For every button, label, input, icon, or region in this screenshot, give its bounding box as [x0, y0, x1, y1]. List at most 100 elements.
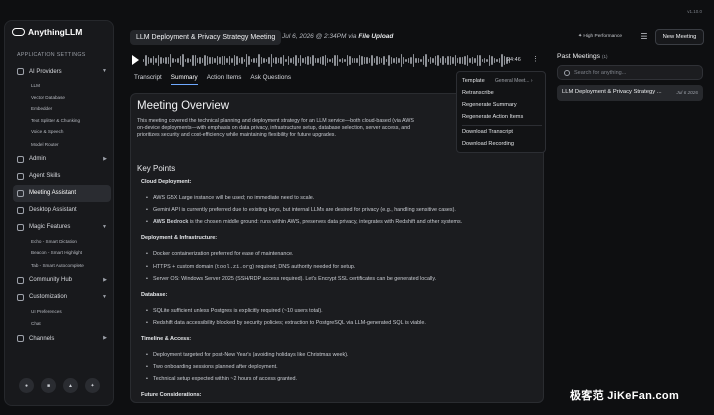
sidebar-item-agent-skills[interactable]: Agent Skills — [13, 168, 111, 185]
chevron-down-icon: ▼ — [102, 223, 107, 230]
ai-providers-icon — [17, 68, 24, 75]
sidebar-subitem-beacon[interactable]: Beacon - Smart Highlight — [13, 247, 111, 259]
tab-transcript[interactable]: Transcript — [134, 74, 162, 85]
waveform-bar — [415, 57, 417, 64]
chevron-down-icon: ▼ — [102, 68, 107, 74]
waveform-bar — [501, 54, 503, 67]
chevron-right-icon: › — [530, 78, 533, 84]
waveform-bar — [233, 55, 236, 66]
menu-item-download-transcript[interactable]: Download Transcript — [462, 129, 513, 135]
waveform-bar — [336, 54, 339, 67]
sidebar-item-meeting-assistant[interactable]: Meeting Assistant — [13, 184, 111, 202]
section-heading: Timeline & Access: — [141, 336, 192, 342]
sidebar-subitem-llm[interactable]: LLM — [13, 80, 111, 92]
waveform-bar — [304, 57, 307, 64]
waveform-bar — [231, 57, 233, 64]
waveform-bar — [410, 57, 412, 64]
sidebar-item-label: Desktop Assistant — [29, 207, 77, 213]
menu-item-retranscribe[interactable]: Retranscribe — [462, 90, 494, 96]
sidebar-item-ai-providers[interactable]: AI Providers ▼ — [13, 63, 111, 80]
sidebar-subitem-model-router[interactable]: Model Router — [13, 138, 111, 151]
waveform-bar — [447, 56, 449, 65]
waveform-bar — [417, 57, 420, 64]
key-points-title: Key Points — [137, 164, 176, 173]
sidebar-subitem-ui-preferences[interactable]: UI Preferences — [13, 306, 111, 318]
docs-icon[interactable]: ■ — [41, 378, 56, 393]
waveform-bar — [351, 57, 353, 64]
sidebar-subitem-tab[interactable]: Tab - Smart Autocomplete — [13, 259, 111, 272]
bullet-item: AWS Bedrock is the chosen middle ground:… — [146, 219, 462, 225]
sidebar-item-channels[interactable]: Channels ▶ — [13, 330, 111, 347]
waveform-bar — [481, 58, 483, 63]
sidebar-item-label: AI Providers — [29, 68, 62, 75]
waveform-bar — [255, 57, 258, 64]
sidebar-subitem-embedder[interactable]: Embedder — [13, 103, 111, 115]
waveform-bar — [439, 58, 442, 63]
waveform-bar — [196, 58, 199, 63]
template-value: General Meet... — [495, 78, 530, 84]
sidebar-item-customization[interactable]: Customization ▼ — [13, 289, 111, 306]
waveform-bar — [403, 56, 405, 65]
waveform-bar — [393, 58, 395, 63]
waveform-bar — [476, 55, 479, 66]
waveform-bar — [219, 56, 221, 65]
play-icon[interactable] — [132, 55, 139, 65]
sidebar-item-desktop-assistant[interactable]: Desktop Assistant — [13, 202, 111, 219]
sidebar-subitem-vector-database[interactable]: Vector Database — [13, 92, 111, 104]
sidebar-item-admin[interactable]: Admin ▶ — [13, 151, 111, 168]
waveform-bar — [400, 54, 403, 67]
waveform-bar — [488, 54, 491, 67]
waveform-bar — [265, 58, 268, 63]
waveform-bar — [270, 54, 273, 67]
waveform-bar — [189, 58, 192, 62]
menu-item-regenerate-action-items[interactable]: Regenerate Action Items — [462, 114, 523, 120]
sidebar-item-community-hub[interactable]: Community Hub ▶ — [13, 272, 111, 289]
sidebar-subitem-chat[interactable]: Chat — [13, 317, 111, 330]
wrench-icon[interactable]: ✦ — [85, 378, 100, 393]
sidebar-subitem-voice-speech[interactable]: Voice & Speech — [13, 126, 111, 138]
waveform-bar — [464, 56, 466, 65]
performance-indicator: ✦ High Performance — [578, 34, 623, 39]
bullet-item: Gemini API is currently preferred due to… — [146, 207, 456, 213]
past-meeting-item[interactable]: LLM Deployment & Privacy Strategy ... Ju… — [557, 85, 703, 101]
past-meeting-name: LLM Deployment & Privacy Strategy ... — [562, 89, 662, 95]
waveform-bar — [273, 57, 275, 64]
waveform-bar — [491, 55, 493, 66]
menu-item-download-recording[interactable]: Download Recording — [462, 141, 514, 147]
waveform-bar — [390, 56, 393, 65]
waveform-bar — [376, 55, 378, 66]
new-meeting-button[interactable]: New Meeting — [655, 29, 704, 45]
menu-item-regenerate-summary[interactable]: Regenerate Summary — [462, 102, 517, 108]
waveform-bar — [277, 58, 280, 63]
search-input[interactable] — [574, 68, 698, 78]
overview-title: Meeting Overview — [137, 100, 230, 112]
meeting-title[interactable]: LLM Deployment & Privacy Strategy Meetin… — [130, 30, 282, 45]
more-options-icon[interactable]: ⋮ — [532, 55, 539, 63]
waveform[interactable] — [143, 53, 510, 68]
sidebar-nav: AI Providers ▼ LLM Vector Database Embed… — [13, 63, 111, 347]
waveform-bar — [241, 57, 243, 64]
waveform-bar — [430, 56, 432, 65]
waveform-bar — [228, 56, 231, 65]
bullet-item: Server OS: Windows Server 2025 (SSH/RDP … — [146, 276, 436, 282]
waveform-bar — [471, 57, 474, 64]
waveform-bar — [162, 58, 165, 63]
menu-item-template[interactable]: Template — [462, 78, 485, 84]
tab-action-items[interactable]: Action Items — [207, 74, 242, 85]
app-logo: AnythingLLM — [12, 27, 82, 37]
past-meetings-title: Past Meetings (1) — [557, 53, 607, 60]
discord-icon[interactable]: ▲ — [63, 378, 78, 393]
waveform-bar — [199, 57, 201, 64]
sliders-icon[interactable]: ☰ — [638, 31, 650, 43]
sidebar-subitem-text-splitter[interactable]: Text Splitter & Chunking — [13, 115, 111, 127]
support-icon[interactable]: ● — [19, 378, 34, 393]
sidebar-subitem-echo[interactable]: Echo - Smart Dictation — [13, 236, 111, 248]
waveform-bar — [165, 57, 167, 64]
tab-ask-questions[interactable]: Ask Questions — [250, 74, 291, 85]
waveform-bar — [326, 58, 329, 63]
waveform-bar — [329, 58, 331, 63]
sidebar-item-magic-features[interactable]: Magic Features ▼ — [13, 219, 111, 236]
waveform-bar — [268, 57, 270, 64]
https-prefix: HTTPS + custom domain ( — [153, 264, 217, 270]
tab-summary[interactable]: Summary — [170, 74, 198, 85]
